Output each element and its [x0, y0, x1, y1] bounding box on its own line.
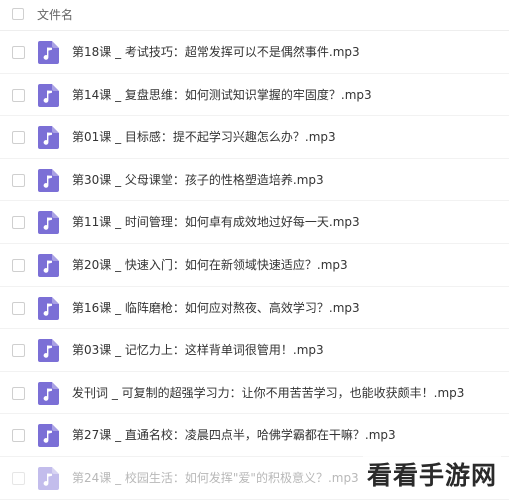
file-name[interactable]: 第01课 _ 目标感：提不起学习兴趣怎么办？.mp3 [72, 128, 336, 146]
audio-file-icon [38, 41, 59, 64]
file-checkbox[interactable] [12, 46, 25, 59]
audio-file-icon [38, 211, 59, 235]
file-name[interactable]: 发刊词 _ 可复制的超强学习力：让你不用苦苦学习，也能收获颇丰！.mp3 [72, 384, 464, 402]
audio-file-icon [38, 339, 59, 363]
file-checkbox[interactable] [12, 131, 25, 145]
file-name[interactable]: 第03课 _ 记忆力上：这样背单词很管用！.mp3 [72, 341, 324, 359]
file-checkbox[interactable] [12, 216, 25, 230]
file-checkbox[interactable] [12, 471, 25, 485]
audio-file-icon [38, 126, 59, 150]
file-name[interactable]: 第24课 _ 校园生活：如何发挥"爱"的积极意义？.mp3 [72, 469, 359, 487]
file-row[interactable]: 第03课 _ 记忆力上：这样背单词很管用！.mp3 [0, 329, 509, 372]
file-name[interactable]: 第20课 _ 快速入门：如何在新领域快速适应？.mp3 [72, 256, 348, 274]
file-checkbox[interactable] [12, 173, 25, 187]
audio-file-icon [38, 424, 59, 448]
file-checkbox[interactable] [12, 88, 25, 102]
file-row[interactable]: 第16课 _ 临阵磨枪：如何应对熬夜、高效学习？.mp3 [0, 287, 509, 330]
audio-file-icon [38, 83, 59, 107]
file-row[interactable]: 第27课 _ 直通名校：凌晨四点半，哈佛学霸都在干嘛？.mp3 [0, 414, 509, 457]
audio-file-icon [38, 466, 59, 490]
file-name[interactable]: 第27课 _ 直通名校：凌晨四点半，哈佛学霸都在干嘛？.mp3 [72, 426, 396, 444]
audio-file-icon [38, 296, 59, 320]
column-header-filename[interactable]: 文件名 [37, 7, 73, 23]
file-checkbox[interactable] [12, 429, 25, 443]
audio-file-icon [38, 381, 59, 405]
file-checkbox[interactable] [12, 301, 25, 315]
file-name[interactable]: 第16课 _ 临阵磨枪：如何应对熬夜、高效学习？.mp3 [72, 299, 360, 317]
file-row[interactable]: 发刊词 _ 可复制的超强学习力：让你不用苦苦学习，也能收获颇丰！.mp3 [0, 372, 509, 415]
file-row[interactable]: 第14课 _ 复盘思维：如何测试知识掌握的牢固度？.mp3 [0, 74, 509, 117]
file-checkbox[interactable] [12, 344, 25, 358]
file-row[interactable]: 第20课 _ 快速入门：如何在新领域快速适应？.mp3 [0, 244, 509, 287]
file-name[interactable]: 第11课 _ 时间管理：如何卓有成效地过好每一天.mp3 [72, 213, 360, 231]
file-checkbox[interactable] [12, 386, 25, 400]
file-name[interactable]: 第18课 _ 考试技巧：超常发挥可以不是偶然事件.mp3 [72, 43, 360, 61]
file-name[interactable]: 第14课 _ 复盘思维：如何测试知识掌握的牢固度？.mp3 [72, 86, 372, 104]
file-list: 第18课 _ 考试技巧：超常发挥可以不是偶然事件.mp3 第14课 _ 复盘思维：… [0, 31, 509, 500]
select-all-checkbox[interactable] [12, 8, 24, 20]
file-checkbox[interactable] [12, 258, 25, 272]
file-row[interactable]: 第01课 _ 目标感：提不起学习兴趣怎么办？.mp3 [0, 116, 509, 159]
file-row[interactable]: 第11课 _ 时间管理：如何卓有成效地过好每一天.mp3 [0, 201, 509, 244]
file-row[interactable]: 第18课 _ 考试技巧：超常发挥可以不是偶然事件.mp3 [0, 31, 509, 74]
audio-file-icon [38, 168, 59, 192]
list-header: 文件名 [0, 0, 509, 31]
file-name[interactable]: 第30课 _ 父母课堂：孩子的性格塑造培养.mp3 [72, 171, 324, 189]
audio-file-icon [38, 253, 59, 277]
file-list-page: 文件名 第18课 _ 考试技巧：超常发挥可以不是偶然事件.mp3 第14课 _ 复… [0, 0, 509, 500]
watermark-logo: 看看手游网 [362, 454, 501, 494]
file-row[interactable]: 第30课 _ 父母课堂：孩子的性格塑造培养.mp3 [0, 159, 509, 202]
